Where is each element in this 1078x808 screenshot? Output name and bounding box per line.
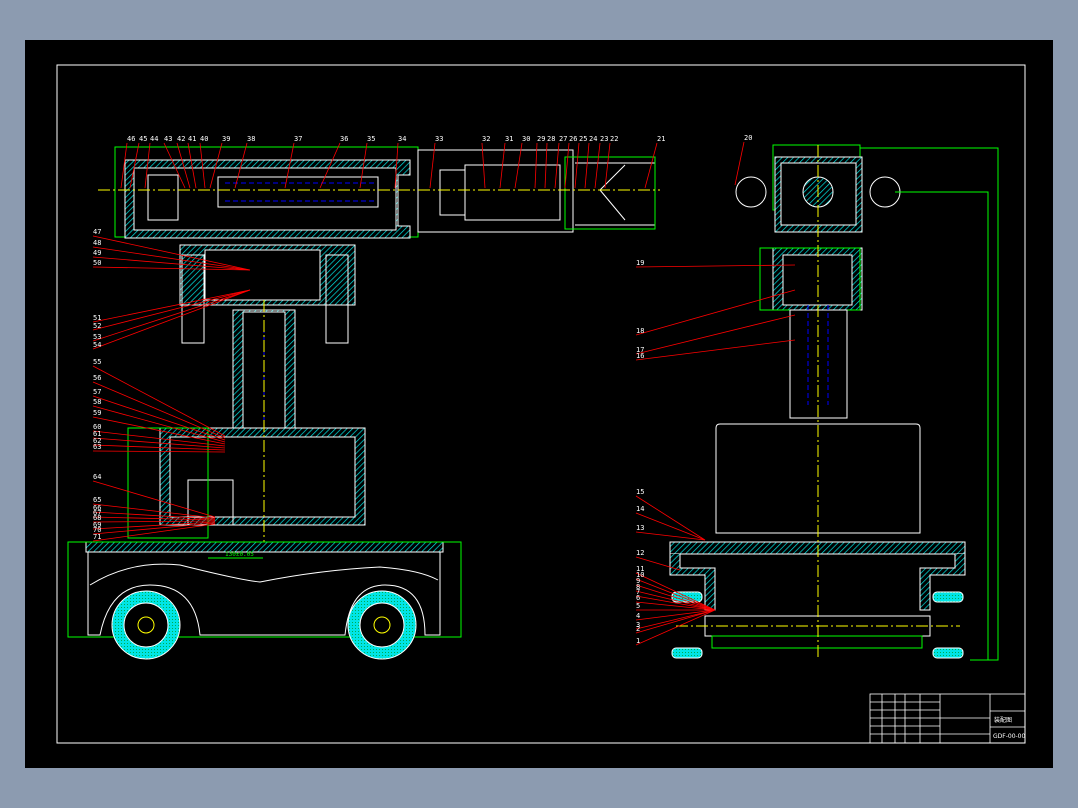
part-label: 18 [636, 327, 644, 335]
part-label: 42 [177, 135, 185, 143]
part-label: 57 [93, 388, 101, 396]
part-label: 23 [600, 135, 608, 143]
part-label: 15 [636, 488, 644, 496]
front-view [67, 146, 660, 660]
part-label: 22 [610, 135, 618, 143]
part-label: 30 [522, 135, 530, 143]
leader-line [635, 578, 716, 611]
drawing-number: GDF-00-00 [993, 733, 1026, 740]
part-label: 44 [150, 135, 158, 143]
base-plate [85, 541, 444, 553]
part-label: 35 [367, 135, 375, 143]
leader-line [594, 142, 601, 189]
leader-line [92, 289, 251, 331]
part-label: 13 [636, 524, 644, 532]
part-label: 32 [482, 135, 490, 143]
leader-line [92, 289, 251, 323]
part-label: 51 [93, 314, 101, 322]
part-label: 47 [93, 228, 101, 236]
part-label: 5 [636, 602, 640, 610]
part-label: 28 [547, 135, 555, 143]
part-label: 50 [93, 259, 101, 267]
leader-line [635, 264, 796, 268]
gripper-jaws [575, 162, 656, 226]
part-label: 34 [398, 135, 406, 143]
leader-line [635, 572, 716, 611]
leader-line [635, 314, 796, 355]
part-label: 36 [340, 135, 348, 143]
part-label: 6 [636, 594, 640, 602]
part-label: 24 [589, 135, 597, 143]
side-view [669, 144, 999, 661]
part-label: 39 [222, 135, 230, 143]
part-label: 29 [537, 135, 545, 143]
part-label: 53 [93, 333, 101, 341]
part-label: 65 [93, 496, 101, 504]
part-label: 41 [188, 135, 196, 143]
part-label: 40 [200, 135, 208, 143]
part-label: 31 [505, 135, 513, 143]
part-label: 48 [93, 239, 101, 247]
part-label: 4 [636, 612, 640, 620]
dimension-base-offset: 130±0.05 [225, 551, 254, 558]
part-label: 14 [636, 505, 644, 513]
part-label: 43 [164, 135, 172, 143]
leader-line [635, 609, 716, 634]
part-label: 25 [579, 135, 587, 143]
part-label: 2 [636, 625, 640, 633]
part-label: 71 [93, 533, 101, 541]
leader-line [734, 141, 745, 186]
leader-line [635, 289, 796, 336]
leader-line [635, 339, 796, 361]
part-label: 56 [93, 374, 101, 382]
part-label: 54 [93, 341, 101, 349]
leader-line [92, 405, 226, 443]
part-label: 1 [636, 637, 640, 645]
drawing-title: 装配图 [994, 716, 1012, 724]
leader-line [574, 142, 580, 189]
part-label: 33 [435, 135, 443, 143]
leader-line [92, 381, 226, 439]
part-label: 63 [93, 443, 101, 451]
leader-line [584, 142, 590, 189]
part-label: 12 [636, 549, 644, 557]
part-label: 26 [569, 135, 577, 143]
part-label: 19 [636, 259, 644, 267]
part-label: 52 [93, 322, 101, 330]
leader-line [92, 365, 226, 437]
part-label: 55 [93, 358, 101, 366]
part-label: 59 [93, 409, 101, 417]
part-label: 27 [559, 135, 567, 143]
part-label: 20 [744, 134, 752, 142]
part-label: 38 [247, 135, 255, 143]
part-label: 37 [294, 135, 302, 143]
part-label: 45 [139, 135, 147, 143]
leader-line [92, 289, 251, 342]
part-label: 58 [93, 398, 101, 406]
part-label: 21 [657, 135, 665, 143]
leader-line [92, 289, 251, 350]
part-label: 64 [93, 473, 101, 481]
part-label: 16 [636, 352, 644, 360]
part-label: 46 [127, 135, 135, 143]
part-label: 49 [93, 249, 101, 257]
cad-drawing: 130±0.05 装配图 GDF-00-00 46 45 44 43 42 41… [56, 64, 1026, 744]
